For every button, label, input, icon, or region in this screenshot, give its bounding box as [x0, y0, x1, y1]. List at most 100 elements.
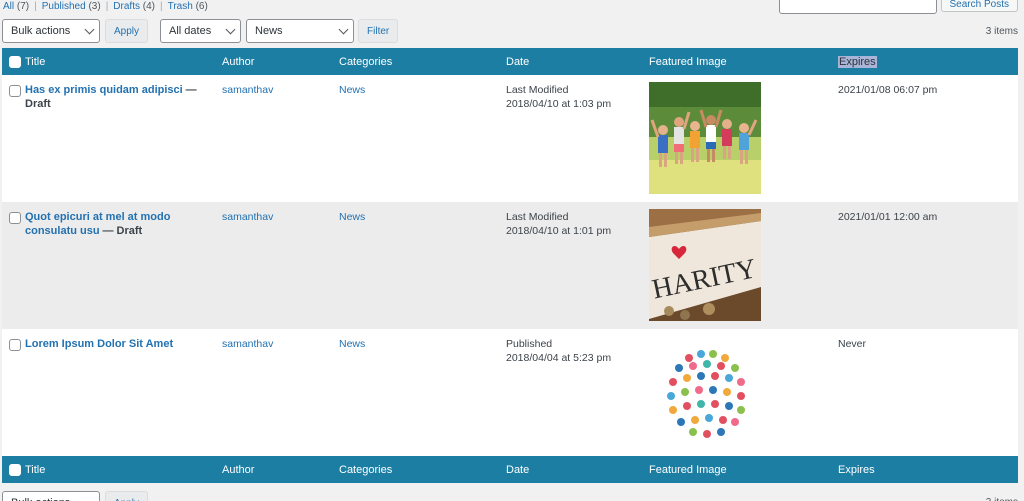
bulk-actions-value: Bulk actions	[11, 497, 70, 501]
filter-all[interactable]: All (7)	[3, 1, 29, 12]
featured-image-cell	[649, 329, 838, 456]
row-checkbox-cell	[2, 329, 25, 456]
date-status: Published	[506, 338, 553, 350]
author-link[interactable]: samanthav	[222, 211, 273, 223]
author-link[interactable]: samanthav	[222, 84, 273, 96]
row-checkbox-cell	[2, 202, 25, 329]
date-cell: Last Modified 2018/04/10 at 1:03 pm	[506, 75, 649, 202]
bulk-actions-select[interactable]: Bulk actions	[2, 491, 100, 501]
chevron-down-icon	[225, 24, 236, 34]
date-filter-value: All dates	[169, 25, 212, 37]
column-featured-image: Featured Image	[649, 55, 727, 68]
featured-image	[649, 82, 761, 194]
separator: |	[105, 1, 109, 12]
category-link[interactable]: News	[339, 211, 365, 223]
items-count: 3 items	[986, 497, 1018, 501]
separator: |	[34, 1, 37, 12]
post-title-link[interactable]: Quot epicuri at mel at modo consulatu us…	[25, 211, 170, 237]
column-expires-label: Expires	[838, 55, 877, 68]
apply-button[interactable]: Apply	[105, 19, 149, 43]
column-author: Author	[222, 463, 255, 476]
table-row: Lorem Ipsum Dolor Sit Amet samanthav New…	[2, 329, 1018, 456]
category-filter-value: News	[255, 25, 283, 37]
expires-cell: Never	[838, 338, 867, 350]
search-input[interactable]	[778, 0, 937, 14]
select-all-checkbox[interactable]	[9, 55, 21, 68]
column-author: Author	[222, 55, 255, 68]
column-featured-image: Featured Image	[649, 463, 727, 476]
expires-cell: 2021/01/01 12:00 am	[838, 211, 938, 223]
post-state: — Draft	[102, 225, 143, 237]
filter-drafts-label: Drafts	[113, 1, 140, 12]
apply-button[interactable]: Apply	[105, 491, 149, 501]
filter-trash-count: (6)	[195, 1, 208, 12]
title-cell: Quot epicuri at mel at modo consulatu us…	[25, 202, 222, 329]
chevron-down-icon	[84, 496, 95, 501]
date-cell: Published 2018/04/04 at 5:23 pm	[506, 329, 649, 456]
bulk-actions-value: Bulk actions	[11, 25, 71, 37]
filter-published[interactable]: Published (3)	[42, 1, 101, 12]
category-link[interactable]: News	[339, 338, 365, 350]
date-cell: Last Modified 2018/04/10 at 1:01 pm	[506, 202, 649, 329]
table-row: Quot epicuri at mel at modo consulatu us…	[2, 202, 1018, 329]
filter-trash-label: Trash	[167, 1, 193, 12]
author-cell: samanthav	[222, 329, 339, 456]
filter-published-label: Published	[41, 1, 86, 12]
filter-button[interactable]: Filter	[358, 19, 399, 43]
status-filters: All (7) | Published (3) | Drafts (4) | Trash (…	[3, 1, 208, 12]
author-link[interactable]: samanthav	[222, 338, 273, 350]
column-expires[interactable]: Expires	[838, 456, 1018, 483]
date-status: Last Modified	[506, 84, 569, 96]
date-value: 2018/04/10 at 1:03 pm	[506, 98, 612, 110]
row-checkbox-cell	[2, 75, 25, 202]
column-expires[interactable]: Expires	[838, 48, 1018, 75]
featured-image	[649, 336, 761, 448]
items-count: 3 items	[985, 25, 1018, 37]
filter-drafts-count: (4)	[142, 1, 155, 12]
featured-image-cell	[649, 75, 838, 202]
table-footer-row: Title Author Categories Date Featured Im…	[2, 456, 1018, 483]
categories-cell: News	[339, 75, 506, 202]
date-status: Last Modified	[506, 211, 569, 223]
search-posts-button[interactable]: Search Posts	[940, 0, 1018, 12]
column-date[interactable]: Date	[506, 456, 649, 483]
author-cell: samanthav	[222, 75, 339, 202]
featured-image: HARITY	[649, 209, 761, 321]
row-checkbox[interactable]	[9, 339, 21, 352]
title-cell: Lorem Ipsum Dolor Sit Amet	[25, 329, 222, 456]
category-filter-select[interactable]: News	[246, 19, 355, 43]
separator: |	[159, 1, 163, 12]
category-link[interactable]: News	[339, 84, 365, 96]
filter-all-label: All	[3, 1, 15, 12]
bulk-actions-select[interactable]: Bulk actions	[2, 19, 100, 43]
filter-drafts[interactable]: Drafts (4)	[113, 1, 155, 12]
featured-image-cell: HARITY	[649, 202, 838, 329]
post-title-link[interactable]: Lorem Ipsum Dolor Sit Amet	[25, 338, 173, 350]
bottom-tablenav: Bulk actions Apply	[2, 491, 149, 501]
select-all-checkbox[interactable]	[9, 463, 21, 476]
column-title[interactable]: Title	[25, 456, 222, 483]
select-all-cell	[2, 48, 25, 75]
column-categories: Categories	[339, 463, 393, 476]
title-cell: Has ex primis quidam adipisci — Draft	[25, 75, 222, 202]
chevron-down-icon	[338, 24, 349, 34]
expires-cell: 2021/01/08 06:07 pm	[838, 84, 938, 96]
row-checkbox[interactable]	[9, 85, 21, 98]
row-checkbox[interactable]	[9, 212, 21, 225]
search-box: Search Posts	[778, 0, 1018, 14]
posts-table: Title Author Categories Date Featured Im…	[2, 48, 1018, 483]
date-filter-select[interactable]: All dates	[160, 19, 242, 43]
column-title[interactable]: Title	[25, 48, 222, 75]
post-title-link[interactable]: Has ex primis quidam adipisci	[25, 84, 183, 96]
table-header-row: Title Author Categories Date Featured Im…	[2, 48, 1018, 75]
filter-published-count: (3)	[88, 1, 101, 12]
filter-all-count: (7)	[16, 1, 30, 12]
column-date[interactable]: Date	[506, 48, 649, 75]
filter-trash[interactable]: Trash (6)	[168, 1, 208, 12]
column-categories: Categories	[339, 55, 393, 68]
select-all-cell	[2, 456, 25, 483]
author-cell: samanthav	[222, 202, 339, 329]
categories-cell: News	[339, 329, 506, 456]
date-value: 2018/04/04 at 5:23 pm	[506, 352, 612, 364]
categories-cell: News	[339, 202, 506, 329]
